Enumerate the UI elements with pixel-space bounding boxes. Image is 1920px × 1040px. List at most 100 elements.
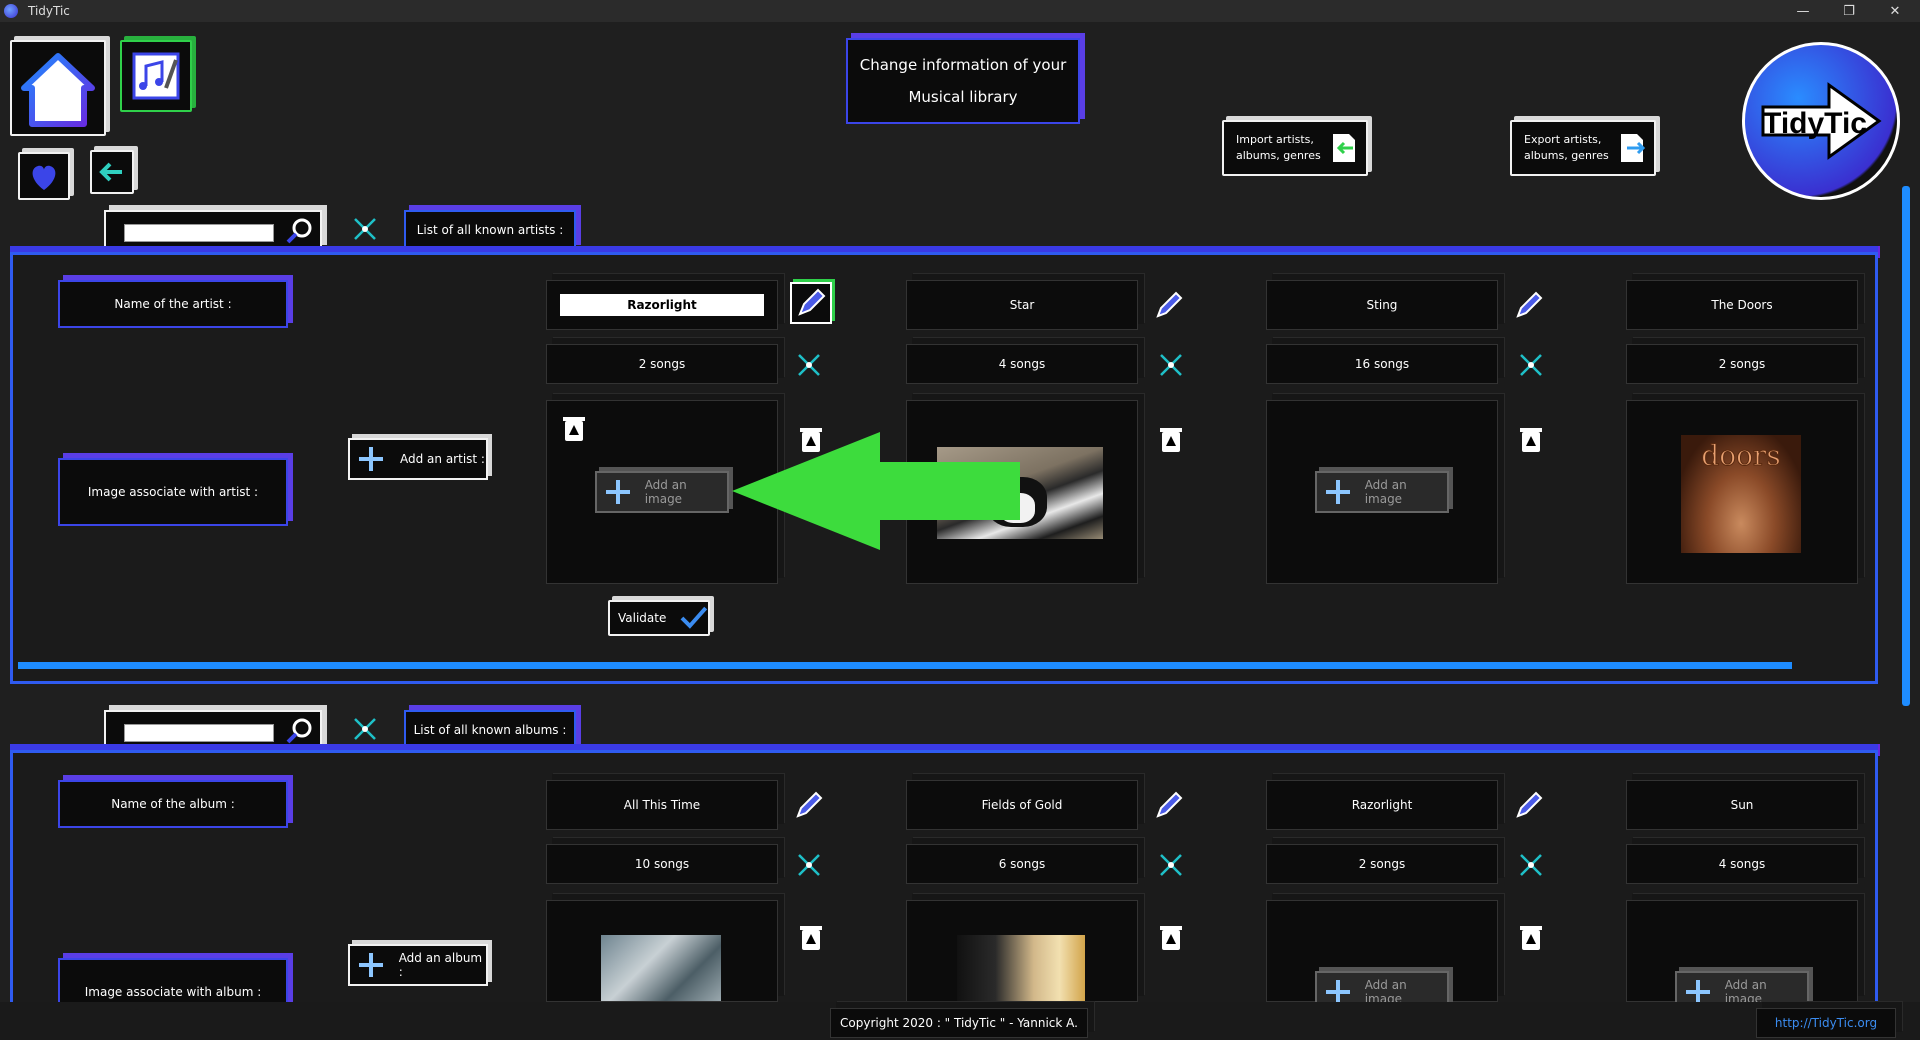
page-scrollbar[interactable] bbox=[1902, 186, 1910, 706]
minimize-button[interactable]: — bbox=[1780, 0, 1826, 22]
arrow-left-icon bbox=[99, 162, 122, 182]
artist-name-label-box: Name of the artist : bbox=[58, 280, 288, 328]
trash-icon[interactable] bbox=[1158, 922, 1184, 952]
import-button[interactable]: Import artists, albums, genres bbox=[1222, 120, 1368, 176]
album-songs-cell: 10 songs bbox=[546, 844, 778, 884]
export-label-line2: albums, genres bbox=[1524, 149, 1609, 162]
artist-songs-expand-icon[interactable] bbox=[1516, 350, 1546, 380]
artist-songs-cell: 16 songs bbox=[1266, 344, 1498, 384]
add-album-label: Add an album : bbox=[398, 951, 483, 979]
validate-button[interactable]: Validate bbox=[608, 600, 710, 636]
artist-add-image-button[interactable]: Add an image bbox=[595, 471, 729, 513]
home-icon bbox=[21, 53, 95, 127]
restore-button[interactable]: ❐ bbox=[1826, 0, 1872, 22]
tab-artists[interactable]: List of all known artists : bbox=[404, 210, 576, 250]
trash-icon[interactable] bbox=[1518, 922, 1544, 952]
export-label-line1: Export artists, bbox=[1524, 133, 1602, 146]
album-filter-reset-icon[interactable] bbox=[350, 714, 380, 744]
album-image-cell bbox=[906, 900, 1138, 1002]
export-button[interactable]: Export artists, albums, genres bbox=[1510, 120, 1656, 176]
pencil-icon[interactable] bbox=[1514, 290, 1544, 320]
svg-text:doors: doors bbox=[1701, 439, 1780, 472]
artist-edit-button-active[interactable] bbox=[790, 282, 832, 324]
artist-name-label: Name of the artist : bbox=[114, 297, 232, 311]
annotation-arrow-icon bbox=[732, 432, 1020, 550]
trash-icon[interactable] bbox=[798, 922, 824, 952]
import-label-line1: Import artists, bbox=[1236, 133, 1314, 146]
music-note-icon bbox=[132, 52, 180, 100]
album-image-cell bbox=[546, 900, 778, 1002]
album-songs-expand-icon[interactable] bbox=[1156, 850, 1186, 880]
album-songs-expand-icon[interactable] bbox=[1516, 850, 1546, 880]
album-songs-count: 2 songs bbox=[1358, 857, 1406, 871]
pencil-icon[interactable] bbox=[794, 790, 824, 820]
album-songs-expand-icon[interactable] bbox=[794, 850, 824, 880]
album-name-cell: All This Time bbox=[546, 780, 778, 830]
album-songs-count: 10 songs bbox=[634, 857, 690, 871]
album-songs-cell: 2 songs bbox=[1266, 844, 1498, 884]
artist-name-cell: Sting bbox=[1266, 280, 1498, 330]
album-name-cell: Fields of Gold bbox=[906, 780, 1138, 830]
footer-link[interactable]: http://TidyTic.org bbox=[1775, 1016, 1877, 1030]
search-icon[interactable] bbox=[284, 716, 314, 746]
album-search-input[interactable] bbox=[124, 724, 274, 742]
artist-songs-cell: 4 songs bbox=[906, 344, 1138, 384]
album-image-cell: Add an image bbox=[1626, 900, 1858, 1013]
home-button[interactable] bbox=[10, 40, 106, 136]
trash-icon[interactable] bbox=[1158, 424, 1184, 454]
album-songs-cell: 6 songs bbox=[906, 844, 1138, 884]
artist-name: Star bbox=[1009, 298, 1035, 312]
album-songs-count: 6 songs bbox=[998, 857, 1046, 871]
album-name: All This Time bbox=[623, 798, 701, 812]
artist-name-cell: The Doors bbox=[1626, 280, 1858, 330]
artist-name-cell: Star bbox=[906, 280, 1138, 330]
export-icon bbox=[1620, 134, 1645, 162]
artist-search-input[interactable] bbox=[124, 224, 274, 242]
artist-image-label-box: Image associate with artist : bbox=[58, 458, 288, 526]
artist-songs-cell: 2 songs bbox=[1626, 344, 1858, 384]
search-icon[interactable] bbox=[284, 216, 314, 246]
album-name: Razorlight bbox=[1351, 798, 1413, 812]
logo-arrow-icon: TidyTic bbox=[1761, 82, 1882, 160]
music-library-button[interactable] bbox=[120, 40, 192, 112]
add-image-label: Add an image bbox=[1364, 478, 1407, 506]
window-titlebar: TidyTic — ❐ ✕ bbox=[0, 0, 1920, 22]
album-image-label: Image associate with album : bbox=[84, 985, 262, 999]
page-title-line1: Change information of your bbox=[859, 56, 1067, 74]
plus-icon bbox=[356, 444, 386, 474]
pencil-icon[interactable] bbox=[1514, 790, 1544, 820]
album-name: Sun bbox=[1730, 798, 1754, 812]
artist-name: Sting bbox=[1366, 298, 1398, 312]
add-artist-label: Add an artist : bbox=[400, 452, 485, 466]
artist-songs-count: 4 songs bbox=[998, 357, 1046, 371]
artist-songs-count: 16 songs bbox=[1354, 357, 1410, 371]
album-name-label-box: Name of the album : bbox=[58, 780, 288, 828]
favorites-button[interactable] bbox=[18, 152, 70, 200]
artist-filter-reset-icon[interactable] bbox=[350, 214, 380, 244]
back-button[interactable] bbox=[90, 150, 134, 194]
artist-songs-expand-icon[interactable] bbox=[794, 350, 824, 380]
pencil-icon[interactable] bbox=[1154, 790, 1184, 820]
artist-horizontal-scrollbar[interactable] bbox=[18, 662, 1792, 669]
logo-text: TidyTic bbox=[1763, 107, 1867, 140]
artist-name: The Doors bbox=[1711, 298, 1773, 312]
plus-icon bbox=[603, 477, 633, 507]
import-label-line2: albums, genres bbox=[1236, 149, 1321, 162]
checkmark-icon bbox=[680, 606, 708, 629]
album-name: Fields of Gold bbox=[981, 798, 1063, 812]
album-image-sting-cover-1 bbox=[601, 935, 721, 1001]
artist-songs-count: 2 songs bbox=[638, 357, 686, 371]
add-artist-button[interactable]: Add an artist : bbox=[348, 438, 488, 480]
close-button[interactable]: ✕ bbox=[1872, 0, 1918, 22]
add-album-button[interactable]: Add an album : bbox=[348, 944, 488, 986]
trash-icon[interactable] bbox=[561, 413, 587, 443]
artist-add-image-button[interactable]: Add an image bbox=[1315, 471, 1449, 513]
pencil-icon[interactable] bbox=[1154, 290, 1184, 320]
artist-songs-expand-icon[interactable] bbox=[1156, 350, 1186, 380]
footer-copyright: Copyright 2020 : " TidyTic " - Yannick A… bbox=[840, 1016, 1078, 1030]
trash-icon[interactable] bbox=[1518, 424, 1544, 454]
window-title: TidyTic bbox=[28, 4, 70, 18]
footer-link-box: http://TidyTic.org bbox=[1756, 1008, 1896, 1038]
artist-name-input[interactable]: Razorlight bbox=[560, 294, 764, 316]
album-songs-count: 4 songs bbox=[1718, 857, 1766, 871]
